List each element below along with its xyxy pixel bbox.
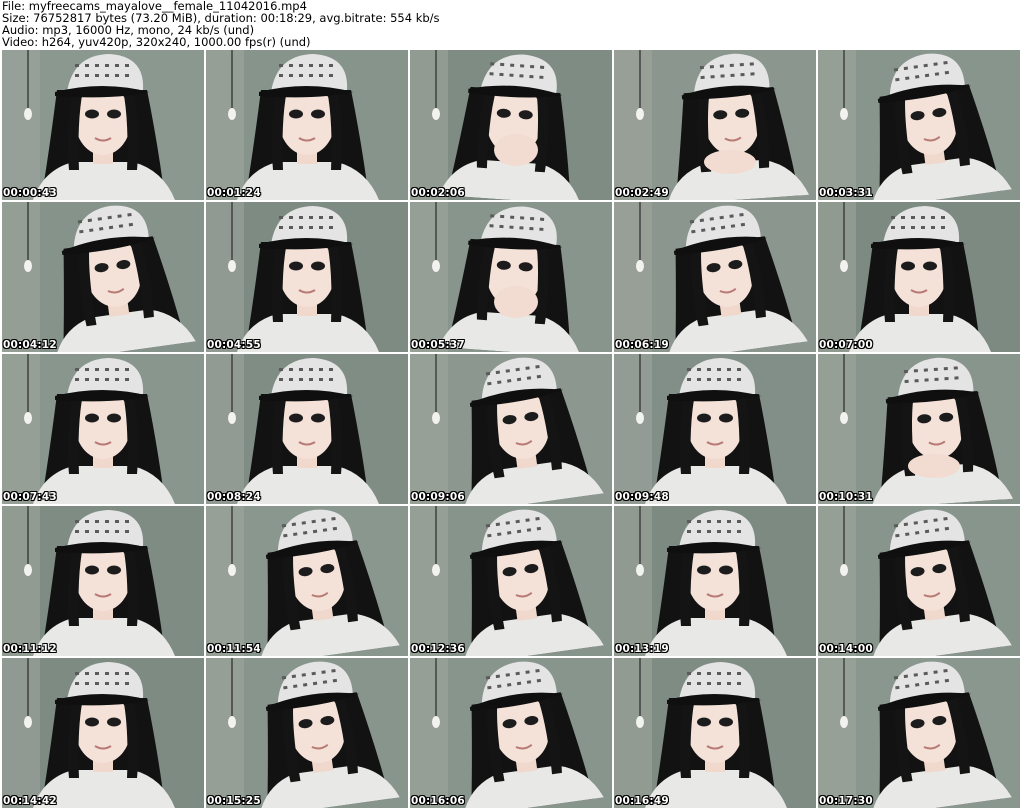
video-thumbnail: 00:16:06 [410,658,612,808]
thumbnail-timestamp: 00:01:24 [207,187,261,199]
video-thumbnail: 00:17:30 [818,658,1020,808]
video-thumbnail: 00:13:19 [614,506,816,656]
video-thumbnail: 00:14:00 [818,506,1020,656]
thumbnail-frame-image [410,658,612,808]
thumbnail-frame-image [2,354,204,504]
thumbnail-timestamp: 00:04:12 [3,339,57,351]
thumbnail-frame-image [2,506,204,656]
thumbnail-timestamp: 00:15:25 [207,795,261,807]
thumbnail-timestamp: 00:10:31 [819,491,873,503]
thumbnail-timestamp: 00:11:12 [3,643,57,655]
thumbnail-frame-image [2,202,204,352]
thumbnail-timestamp: 00:05:37 [411,339,465,351]
thumbnail-timestamp: 00:16:49 [615,795,669,807]
video-thumbnail: 00:00:43 [2,50,204,200]
thumbnail-frame-image [614,202,816,352]
thumbnail-timestamp: 00:04:55 [207,339,261,351]
video-info-header: File: myfreecams_mayalove__female_110420… [0,0,1024,48]
video-thumbnail: 00:11:54 [206,506,408,656]
video-thumbnail: 00:09:48 [614,354,816,504]
video-thumbnail: 00:07:00 [818,202,1020,352]
thumbnail-frame-image [410,354,612,504]
video-thumbnail: 00:10:31 [818,354,1020,504]
thumbnail-frame-image [206,658,408,808]
thumbnail-timestamp: 00:02:06 [411,187,465,199]
thumbnail-timestamp: 00:07:00 [819,339,873,351]
thumbnail-frame-image [410,506,612,656]
video-thumbnail: 00:04:55 [206,202,408,352]
thumbnail-frame-image [206,354,408,504]
thumbnail-frame-image [614,506,816,656]
thumbnail-timestamp: 00:00:43 [3,187,57,199]
thumbnail-frame-image [818,658,1020,808]
thumbnail-frame-image [206,202,408,352]
video-thumbnail: 00:01:24 [206,50,408,200]
thumbnail-frame-image [614,354,816,504]
thumbnail-timestamp: 00:09:06 [411,491,465,503]
video-thumbnail: 00:12:36 [410,506,612,656]
thumbnail-timestamp: 00:03:31 [819,187,873,199]
thumbnail-timestamp: 00:11:54 [207,643,261,655]
thumbnail-frame-image [614,658,816,808]
video-thumbnail: 00:07:43 [2,354,204,504]
thumbnail-timestamp: 00:07:43 [3,491,57,503]
video-thumbnail: 00:06:19 [614,202,816,352]
thumbnail-timestamp: 00:06:19 [615,339,669,351]
thumbnail-timestamp: 00:17:30 [819,795,873,807]
thumbnail-timestamp: 00:16:06 [411,795,465,807]
video-thumbnail: 00:16:49 [614,658,816,808]
thumbnail-frame-image [2,50,204,200]
thumbnail-frame-image [818,202,1020,352]
thumbnail-timestamp: 00:02:49 [615,187,669,199]
thumbnail-timestamp: 00:09:48 [615,491,669,503]
video-info-line: Video: h264, yuv420p, 320x240, 1000.00 f… [2,35,311,49]
video-thumbnail: 00:09:06 [410,354,612,504]
video-thumbnail: 00:04:12 [2,202,204,352]
thumbnail-timestamp: 00:08:24 [207,491,261,503]
thumbnail-frame-image [2,658,204,808]
thumbnail-timestamp: 00:13:19 [615,643,669,655]
video-thumbnail: 00:02:49 [614,50,816,200]
thumbnail-frame-image [614,50,816,200]
thumbnail-frame-image [410,50,612,200]
thumbnail-frame-image [818,506,1020,656]
thumbnail-timestamp: 00:12:36 [411,643,465,655]
video-thumbnail: 00:11:12 [2,506,204,656]
thumbnail-frame-image [206,506,408,656]
thumbnail-timestamp: 00:14:42 [3,795,57,807]
thumbnail-frame-image [818,354,1020,504]
thumbnail-grid: 00:00:43 00:01:24 00:02:06 00:02:49 00:03:31… [2,50,1022,810]
video-thumbnail: 00:05:37 [410,202,612,352]
video-thumbnail: 00:02:06 [410,50,612,200]
thumbnail-timestamp: 00:14:00 [819,643,873,655]
thumbnail-frame-image [818,50,1020,200]
video-thumbnail: 00:08:24 [206,354,408,504]
thumbnail-frame-image [206,50,408,200]
video-thumbnail: 00:15:25 [206,658,408,808]
video-thumbnail: 00:14:42 [2,658,204,808]
video-thumbnail: 00:03:31 [818,50,1020,200]
thumbnail-frame-image [410,202,612,352]
